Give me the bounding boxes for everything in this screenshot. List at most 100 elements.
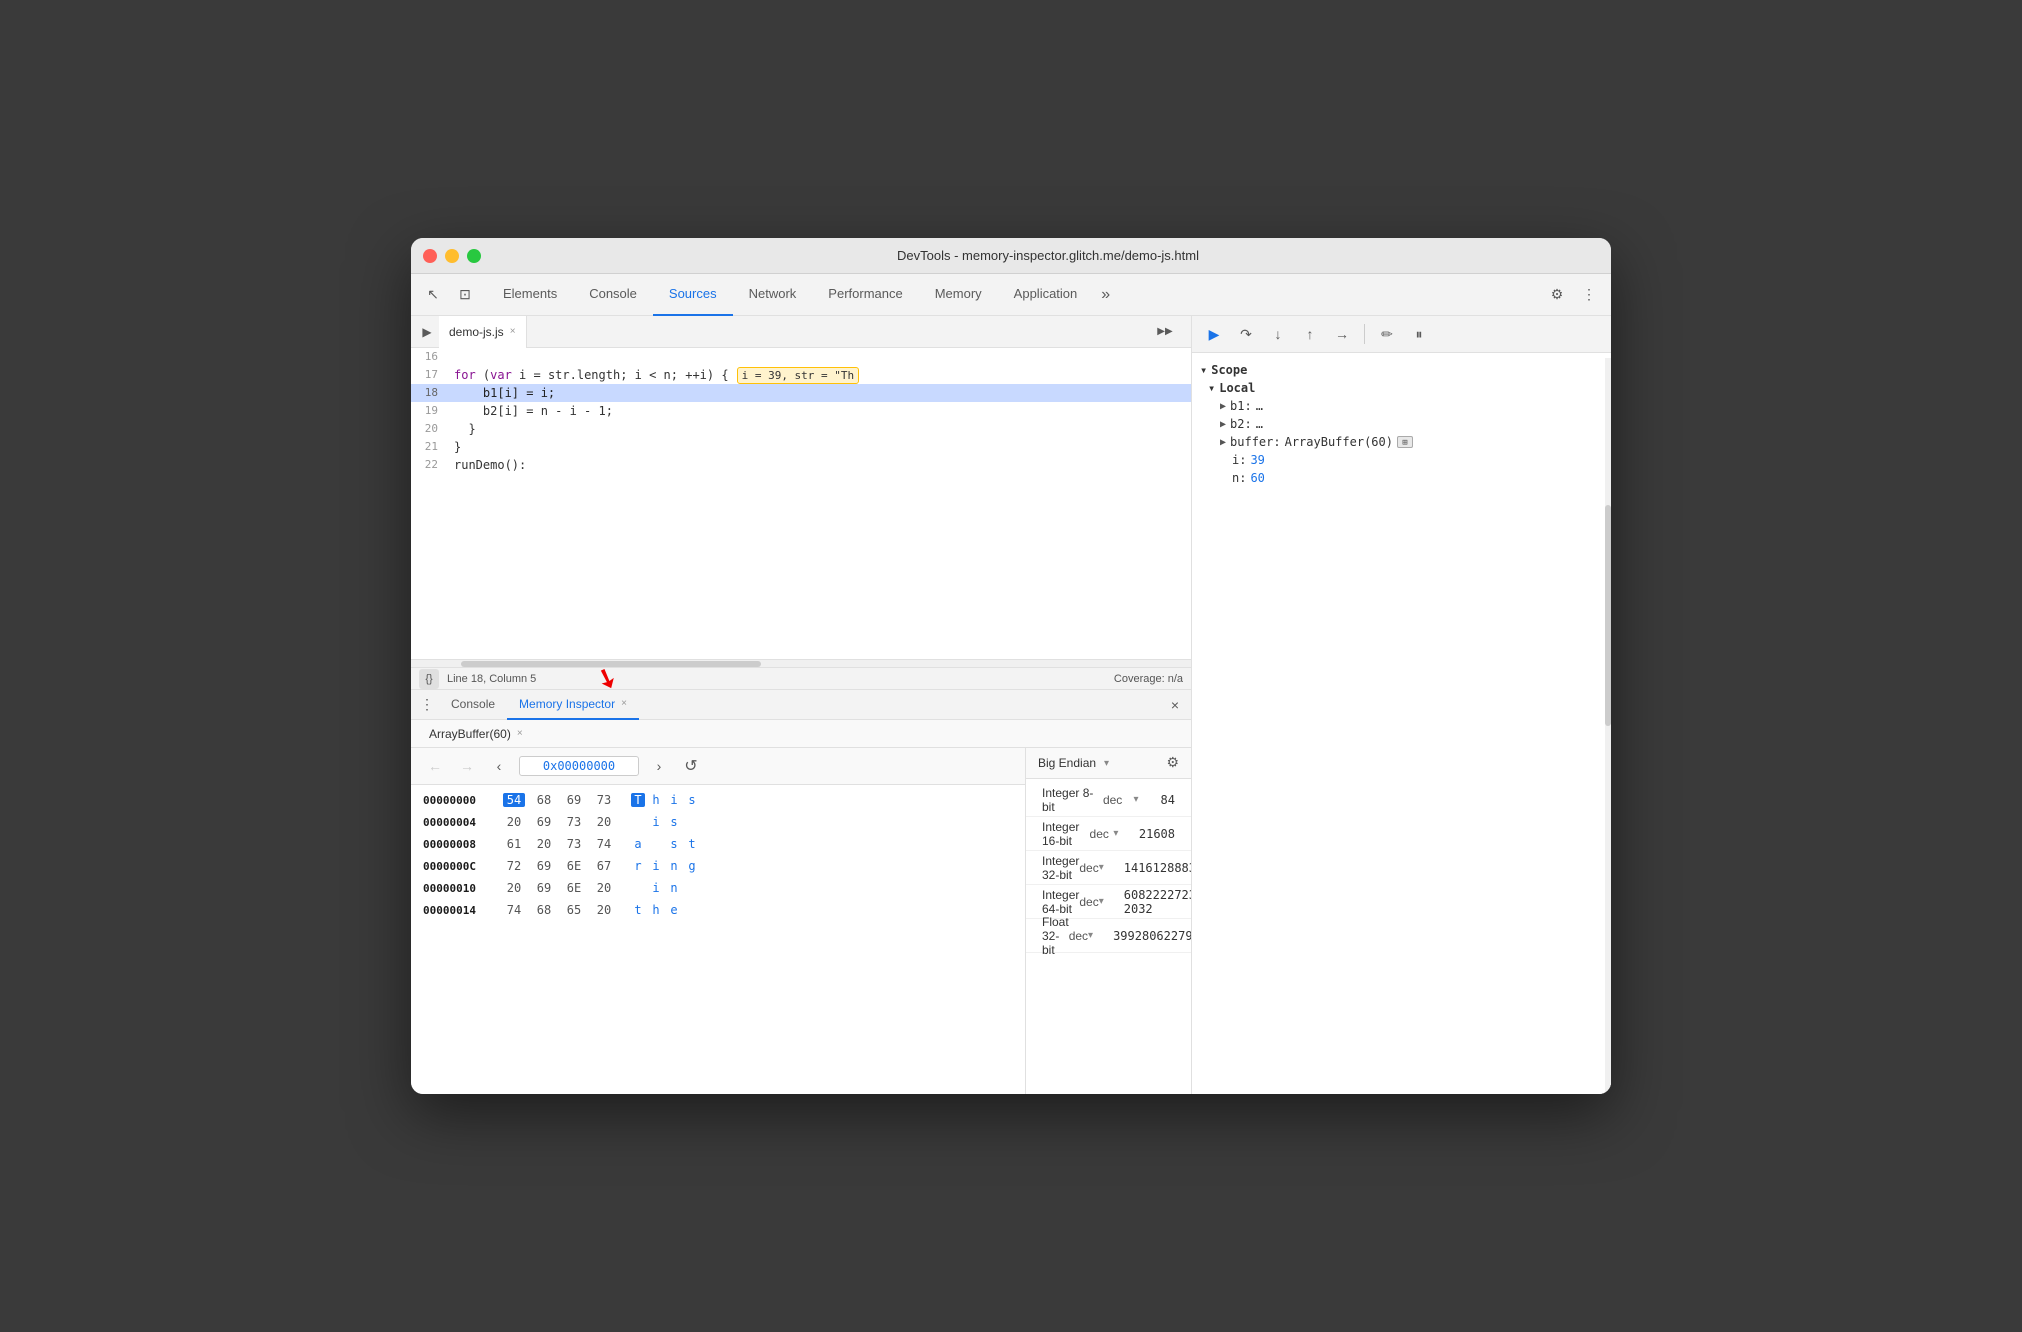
hex-char-1-1[interactable]: i — [649, 815, 663, 829]
hex-char-0-3[interactable]: s — [685, 793, 699, 807]
hex-byte-1-1[interactable]: 69 — [533, 815, 555, 829]
hex-byte-2-2[interactable]: 73 — [563, 837, 585, 851]
hex-char-2-0[interactable]: a — [631, 837, 645, 851]
scope-title[interactable]: ▾ Scope — [1192, 361, 1611, 379]
settings-button[interactable]: ⚙ — [1543, 281, 1571, 309]
hex-char-0-1[interactable]: h — [649, 793, 663, 807]
cursor-icon[interactable]: ↖ — [419, 281, 447, 309]
hex-char-5-0[interactable]: t — [631, 903, 645, 917]
hex-char-1-0[interactable] — [631, 815, 645, 829]
hex-char-0-0[interactable]: T — [631, 793, 645, 807]
hex-byte-2-0[interactable]: 61 — [503, 837, 525, 851]
hex-byte-5-3[interactable]: 20 — [593, 903, 615, 917]
hex-char-1-3[interactable] — [685, 815, 699, 829]
hex-byte-0-2[interactable]: 69 — [563, 793, 585, 807]
hex-char-5-1[interactable]: h — [649, 903, 663, 917]
hex-char-3-2[interactable]: n — [667, 859, 681, 873]
tab-elements[interactable]: Elements — [487, 274, 573, 316]
scope-item-b2[interactable]: ▶ b2: … — [1192, 415, 1611, 433]
hex-byte-2-3[interactable]: 74 — [593, 837, 615, 851]
file-tab-close[interactable]: × — [510, 326, 516, 337]
hex-byte-3-0[interactable]: 72 — [503, 859, 525, 873]
hex-byte-0-0[interactable]: 54 — [503, 793, 525, 807]
horizontal-scrollbar[interactable] — [411, 659, 1191, 667]
float32-dropdown[interactable]: ▾ — [1088, 930, 1093, 941]
maximize-button[interactable] — [467, 249, 481, 263]
inspector-settings-icon[interactable]: ⚙ — [1166, 754, 1179, 770]
file-tab-demo-js[interactable]: demo-js.js × — [439, 316, 527, 348]
hex-byte-2-1[interactable]: 20 — [533, 837, 555, 851]
int8-dropdown[interactable]: ▾ — [1133, 794, 1140, 805]
hex-byte-4-2[interactable]: 6E — [563, 881, 585, 895]
arraybuffer-tab[interactable]: ArrayBuffer(60) × — [419, 720, 533, 748]
endian-dropdown-icon[interactable]: ▾ — [1104, 758, 1109, 769]
hex-byte-1-2[interactable]: 73 — [563, 815, 585, 829]
hex-char-4-3[interactable] — [685, 881, 699, 895]
hex-char-4-2[interactable]: n — [667, 881, 681, 895]
more-tabs-button[interactable]: » — [1093, 274, 1118, 316]
hex-byte-1-0[interactable]: 20 — [503, 815, 525, 829]
hex-char-5-2[interactable]: e — [667, 903, 681, 917]
int32-dropdown[interactable]: ▾ — [1099, 862, 1104, 873]
hex-back-button[interactable]: ← — [423, 754, 447, 778]
pause-on-exceptions-button[interactable]: ⏸ — [1405, 320, 1433, 348]
deactivate-breakpoints-button[interactable]: ✏ — [1373, 320, 1401, 348]
tab-console[interactable]: Console — [573, 274, 653, 316]
hex-char-2-3[interactable]: t — [685, 837, 699, 851]
scrollbar-thumb[interactable] — [1605, 505, 1611, 726]
resume-button[interactable]: ▶ — [1200, 320, 1228, 348]
memory-inspector-tab-close[interactable]: × — [621, 698, 627, 709]
scope-scrollbar[interactable] — [1605, 358, 1611, 1094]
hex-byte-4-0[interactable]: 20 — [503, 881, 525, 895]
bottom-tab-menu[interactable]: ⋮ — [415, 693, 439, 717]
close-all-button[interactable]: × — [1163, 693, 1187, 717]
scope-item-b1[interactable]: ▶ b1: … — [1192, 397, 1611, 415]
hex-forward-button[interactable]: → — [455, 754, 479, 778]
step-over-button[interactable]: ↷ — [1232, 320, 1260, 348]
hex-byte-4-3[interactable]: 20 — [593, 881, 615, 895]
hex-byte-0-1[interactable]: 68 — [533, 793, 555, 807]
format-button[interactable]: {} — [419, 669, 439, 689]
scope-item-buffer[interactable]: ▶ buffer: ArrayBuffer(60) ⊞ ➘ — [1192, 433, 1611, 451]
tab-console-bottom[interactable]: Console — [439, 690, 507, 720]
tab-application[interactable]: Application — [998, 274, 1094, 316]
step-into-button[interactable]: ↓ — [1264, 320, 1292, 348]
step-button[interactable]: → — [1328, 320, 1356, 348]
hex-char-4-0[interactable] — [631, 881, 645, 895]
int16-dropdown[interactable]: ▾ — [1113, 828, 1119, 839]
hex-char-3-3[interactable]: g — [685, 859, 699, 873]
device-icon[interactable]: ⊡ — [451, 281, 479, 309]
tab-memory[interactable]: Memory — [919, 274, 998, 316]
tab-network[interactable]: Network — [733, 274, 813, 316]
int64-dropdown[interactable]: ▾ — [1099, 896, 1104, 907]
hex-char-4-1[interactable]: i — [649, 881, 663, 895]
open-in-memory-inspector-icon[interactable]: ⊞ — [1397, 436, 1413, 448]
hex-char-3-0[interactable]: r — [631, 859, 645, 873]
hex-byte-4-1[interactable]: 69 — [533, 881, 555, 895]
arraybuffer-tab-close[interactable]: × — [517, 728, 523, 739]
source-play-icon[interactable]: ▶▶ — [1151, 318, 1179, 346]
scope-local-title[interactable]: ▾ Local — [1192, 379, 1611, 397]
hex-byte-5-2[interactable]: 65 — [563, 903, 585, 917]
hex-byte-3-2[interactable]: 6E — [563, 859, 585, 873]
tab-memory-inspector[interactable]: Memory Inspector × — [507, 690, 639, 720]
step-out-button[interactable]: ↑ — [1296, 320, 1324, 348]
hex-byte-5-1[interactable]: 68 — [533, 903, 555, 917]
tab-performance[interactable]: Performance — [812, 274, 918, 316]
hex-char-1-2[interactable]: s — [667, 815, 681, 829]
hex-byte-1-3[interactable]: 20 — [593, 815, 615, 829]
hex-refresh-button[interactable]: ↺ — [679, 754, 703, 778]
hex-byte-3-1[interactable]: 69 — [533, 859, 555, 873]
hex-char-5-3[interactable] — [685, 903, 699, 917]
hex-byte-5-0[interactable]: 74 — [503, 903, 525, 917]
hex-char-0-2[interactable]: i — [667, 793, 681, 807]
tab-sources[interactable]: Sources — [653, 274, 733, 316]
hex-byte-3-3[interactable]: 67 — [593, 859, 615, 873]
hex-prev-button[interactable]: ‹ — [487, 754, 511, 778]
minimize-button[interactable] — [445, 249, 459, 263]
hex-char-2-1[interactable] — [649, 837, 663, 851]
hex-char-3-1[interactable]: i — [649, 859, 663, 873]
hex-char-2-2[interactable]: s — [667, 837, 681, 851]
hex-byte-0-3[interactable]: 73 — [593, 793, 615, 807]
more-menu-button[interactable]: ⋮ — [1575, 281, 1603, 309]
